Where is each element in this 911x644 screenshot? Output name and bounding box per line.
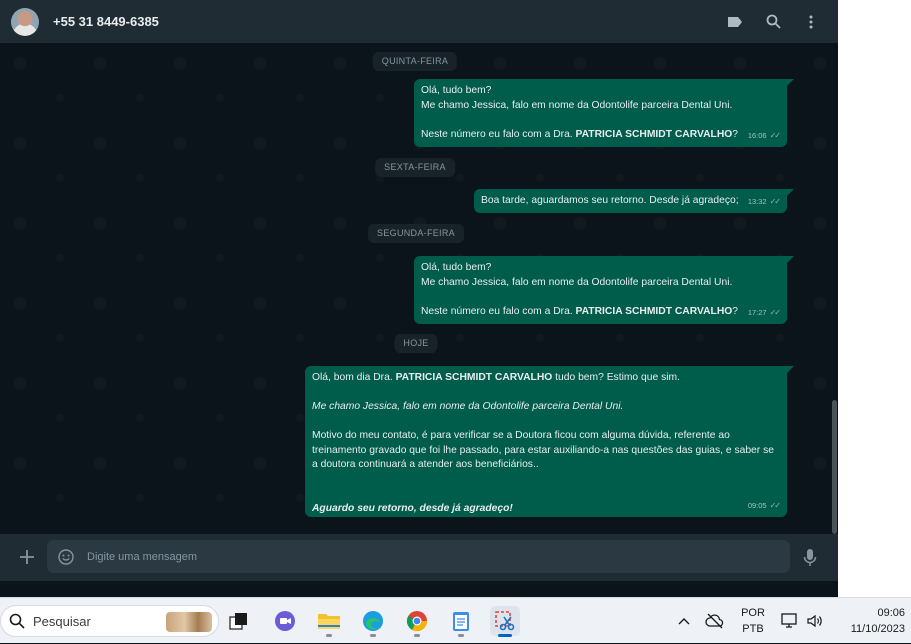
message-time: 17:27 <box>747 307 767 317</box>
input-language[interactable]: POR PTB <box>737 605 769 637</box>
edge-browser-icon[interactable] <box>358 606 388 637</box>
double-check-icon: ✓✓ <box>769 130 781 140</box>
chat-header[interactable]: +55 31 8449-6385 <box>0 0 838 43</box>
message-meta: 13:32 ✓✓ <box>747 195 781 210</box>
notepad-icon[interactable] <box>446 606 476 637</box>
message-text: Olá, tudo bem? <box>421 262 492 273</box>
message-text: a doutora continuará a atender aos benef… <box>312 459 539 470</box>
search-highlight-image <box>166 612 212 632</box>
message-time: 13:32 <box>747 196 767 206</box>
contact-name[interactable]: +55 31 8449-6385 <box>53 14 159 29</box>
date-divider: HOJE <box>394 334 438 353</box>
system-clock[interactable]: 09:06 11/10/2023 <box>835 605 905 637</box>
composer <box>0 534 838 581</box>
header-actions <box>726 0 820 43</box>
taskview-button[interactable] <box>224 606 254 636</box>
language-code: POR <box>741 607 765 619</box>
message-text: Boa tarde, aguardamos seu retorno. Desde… <box>481 195 739 206</box>
taskbar: Pesquisar POR PTB 09:06 11/10/2023 <box>0 597 911 643</box>
message-text: Olá, bom dia Dra. PATRICIA SCHMIDT CARVA… <box>312 372 680 383</box>
message-bubble[interactable]: Boa tarde, aguardamos seu retorno. Desde… <box>474 189 794 213</box>
contact-highlight: PATRICIA SCHMIDT CARVALHO <box>575 305 733 317</box>
message-meta: 16:06 ✓✓ <box>747 129 781 144</box>
message-text: Motivo do meu contato, é para verificar … <box>312 430 730 441</box>
cloud-offline-icon[interactable] <box>703 598 727 644</box>
chevron-up-icon[interactable] <box>674 598 694 644</box>
message-bubble[interactable]: Olá, bom dia Dra. PATRICIA SCHMIDT CARVA… <box>305 366 794 517</box>
message-bubble[interactable]: Olá, tudo bem? Me chamo Jessica, falo em… <box>414 256 794 324</box>
teams-chat-icon[interactable] <box>270 606 300 636</box>
message-time: 16:06 <box>747 130 767 140</box>
more-vert-icon[interactable] <box>802 13 820 31</box>
message-input-box[interactable] <box>47 540 790 573</box>
message-text: Me chamo Jessica, falo em nome da Odonto… <box>421 276 733 288</box>
message-time: 09:05 <box>747 500 767 510</box>
search-icon[interactable] <box>764 13 782 31</box>
chat-window: +55 31 8449-6385 QUINTA-FEIRA Olá, tudo … <box>0 0 838 597</box>
clock-date: 11/10/2023 <box>850 623 905 635</box>
network-icon[interactable] <box>780 598 800 644</box>
volume-icon[interactable] <box>804 598 826 644</box>
message-text: Neste número eu falo com a Dra. PATRICIA… <box>421 305 739 317</box>
desktop-area <box>838 0 911 597</box>
message-meta: 09:05 ✓✓ <box>747 499 781 514</box>
mic-icon[interactable] <box>802 548 818 568</box>
message-text: treinamento gravado que foi lhe passado,… <box>312 444 774 456</box>
double-check-icon: ✓✓ <box>769 307 781 317</box>
clock-time: 09:06 <box>877 607 905 619</box>
double-check-icon: ✓✓ <box>769 500 781 510</box>
search-icon <box>9 613 25 629</box>
keyboard-layout: PTB <box>742 623 764 635</box>
double-check-icon: ✓✓ <box>769 196 781 206</box>
avatar[interactable] <box>11 7 39 36</box>
message-text: Neste número eu falo com a Dra. PATRICIA… <box>421 128 739 140</box>
message-bubble[interactable]: Olá, tudo bem? Me chamo Jessica, falo em… <box>414 79 794 147</box>
taskbar-search[interactable]: Pesquisar <box>0 605 219 637</box>
message-text: Me chamo Jessica, falo em nome da Odonto… <box>421 99 733 111</box>
contact-highlight: PATRICIA SCHMIDT CARVALHO <box>395 372 553 383</box>
window-bottom <box>0 581 838 597</box>
file-explorer-icon[interactable] <box>314 606 344 637</box>
attach-plus-icon[interactable] <box>18 548 36 566</box>
date-divider: SEGUNDA-FEIRA <box>368 224 464 243</box>
contact-highlight: PATRICIA SCHMIDT CARVALHO <box>575 128 733 140</box>
message-list[interactable]: QUINTA-FEIRA Olá, tudo bem? Me chamo Jes… <box>0 43 838 534</box>
scrollbar[interactable] <box>832 400 837 534</box>
message-meta: 17:27 ✓✓ <box>747 306 781 321</box>
date-divider: QUINTA-FEIRA <box>372 52 458 71</box>
label-icon[interactable] <box>726 13 744 31</box>
search-label: Pesquisar <box>33 613 91 629</box>
message-input[interactable] <box>85 549 769 564</box>
message-text: Aguardo seu retorno, desde já agradeço! <box>312 502 513 514</box>
snipping-tool-icon[interactable] <box>490 606 520 637</box>
chrome-browser-icon[interactable] <box>402 606 432 637</box>
emoji-icon[interactable] <box>58 548 74 565</box>
message-text: Me chamo Jessica, falo em nome da Odonto… <box>312 401 624 412</box>
date-divider: SEXTA-FEIRA <box>375 158 455 177</box>
message-text: Olá, tudo bem? <box>421 85 492 96</box>
